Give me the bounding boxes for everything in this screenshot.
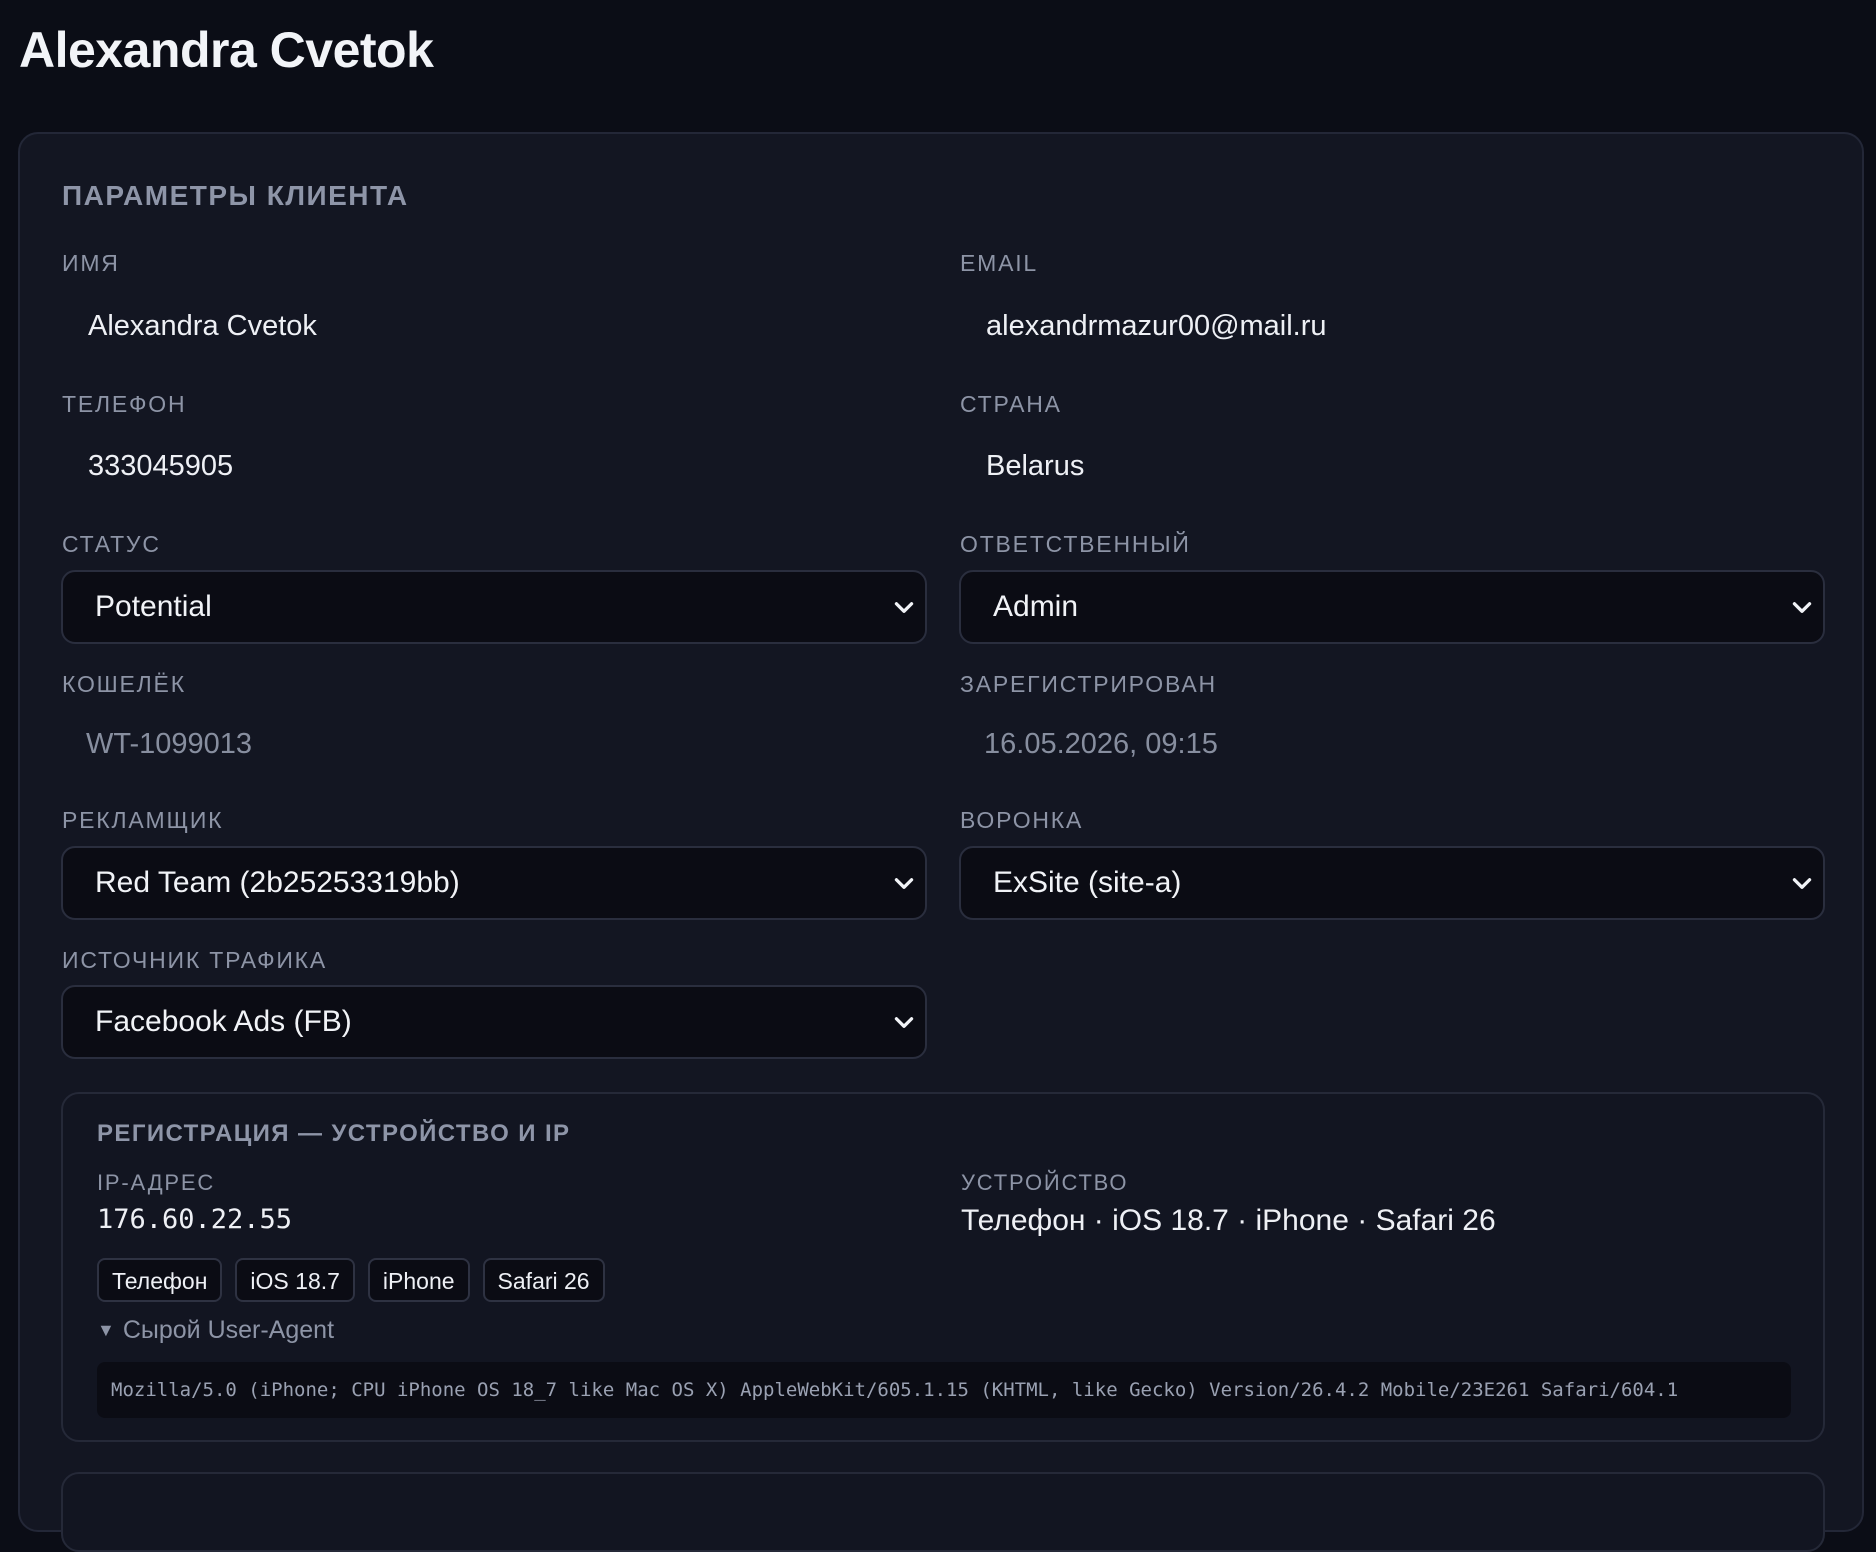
wallet-label: КОШЕЛЁК — [62, 671, 186, 697]
chevron-down-icon — [894, 1017, 914, 1028]
registered-label: ЗАРЕГИСТРИРОВАН — [960, 671, 1217, 697]
raw-user-agent-toggle-label: Сырой User-Agent — [122, 1316, 335, 1344]
responsible-label: ОТВЕТСТВЕННЫЙ — [960, 531, 1191, 557]
email-label: EMAIL — [960, 250, 1039, 276]
name-value[interactable]: Alexandra Cvetok — [88, 310, 317, 343]
raw-user-agent-value: Mozilla/5.0 (iPhone; CPU iPhone OS 18_7 … — [97, 1362, 1791, 1418]
raw-user-agent-toggle[interactable]: ▼ Сырой User-Agent — [97, 1316, 334, 1345]
advertiser-selected-value: Red Team (2b25253319bb) — [95, 866, 460, 899]
funnel-label: ВОРОНКА — [960, 807, 1084, 833]
name-label: ИМЯ — [62, 250, 120, 276]
funnel-selected-value: ExSite (site-a) — [993, 866, 1182, 899]
triangle-down-icon: ▼ — [97, 1320, 115, 1340]
advertiser-label: РЕКЛАМЩИК — [62, 807, 224, 833]
registered-value: 16.05.2026, 09:15 — [984, 728, 1218, 760]
status-label: СТАТУС — [62, 531, 161, 557]
registration-device-ip-panel: РЕГИСТРАЦИЯ — УСТРОЙСТВО И IP IP-АДРЕС 1… — [61, 1092, 1825, 1442]
responsible-select[interactable]: Admin — [959, 570, 1825, 644]
client-parameters-card: ПАРАМЕТРЫ КЛИЕНТА ИМЯ Alexandra Cvetok E… — [18, 132, 1864, 1552]
phone-value[interactable]: 333045905 — [88, 450, 233, 483]
funnel-select[interactable]: ExSite (site-a) — [959, 846, 1825, 920]
traffic-source-label: ИСТОЧНИК ТРАФИКА — [62, 947, 328, 973]
model-chip: iPhone — [367, 1258, 470, 1302]
chevron-down-icon — [1792, 602, 1812, 613]
status-select[interactable]: Potential — [61, 570, 927, 644]
email-value[interactable]: alexandrmazur00@mail.ru — [986, 310, 1327, 343]
chevron-down-icon — [894, 878, 914, 889]
phone-label: ТЕЛЕФОН — [62, 391, 187, 417]
country-label: СТРАНА — [960, 391, 1062, 417]
traffic-source-select[interactable]: Facebook Ads (FB) — [61, 985, 927, 1059]
page-title: Alexandra Cvetok — [19, 22, 434, 78]
device-chips: Телефон iOS 18.7 iPhone Safari 26 — [97, 1258, 605, 1302]
wallet-value: WT-1099013 — [86, 728, 253, 760]
responsible-selected-value: Admin — [993, 590, 1079, 623]
browser-chip: Safari 26 — [482, 1258, 605, 1302]
registration-panel-title: РЕГИСТРАЦИЯ — УСТРОЙСТВО И IP — [97, 1120, 571, 1147]
ip-address-label: IP-АДРЕС — [97, 1170, 216, 1195]
status-selected-value: Potential — [95, 590, 212, 623]
chevron-down-icon — [1792, 878, 1812, 889]
advertiser-select[interactable]: Red Team (2b25253319bb) — [61, 846, 927, 920]
device-label: УСТРОЙСТВО — [961, 1170, 1129, 1195]
section-heading: ПАРАМЕТРЫ КЛИЕНТА — [62, 180, 409, 211]
device-type-chip: Телефон — [97, 1258, 223, 1302]
country-value[interactable]: Belarus — [986, 450, 1084, 483]
ip-address-value: 176.60.22.55 — [97, 1204, 293, 1235]
chevron-down-icon — [894, 602, 914, 613]
os-chip: iOS 18.7 — [235, 1258, 355, 1302]
traffic-source-selected-value: Facebook Ads (FB) — [95, 1005, 352, 1038]
device-value: Телефон · iOS 18.7 · iPhone · Safari 26 — [961, 1204, 1496, 1237]
next-panel — [61, 1472, 1825, 1552]
